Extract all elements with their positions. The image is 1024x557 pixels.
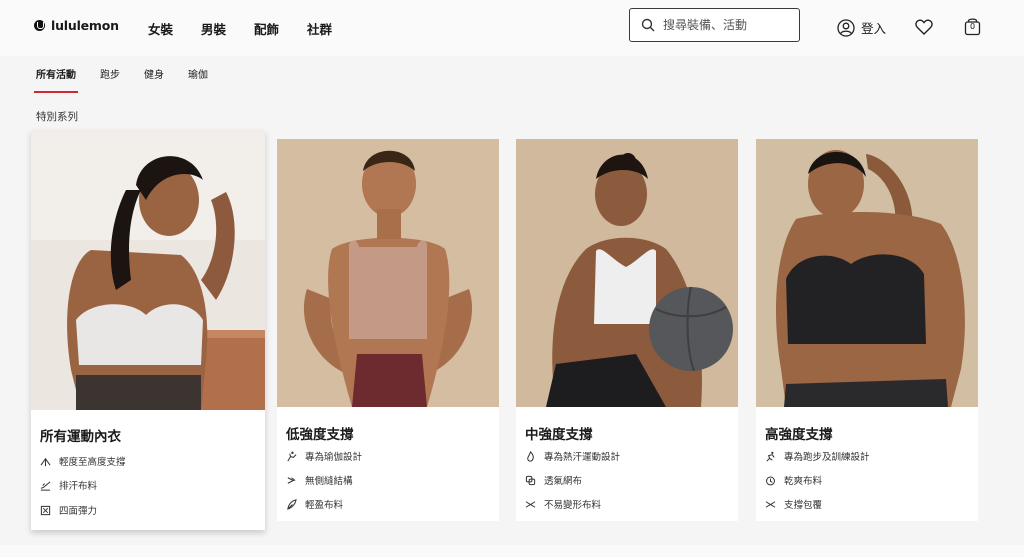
feature-item: 透氣網布 (525, 473, 582, 487)
feature-label: 無側縫結構 (305, 476, 353, 487)
card-title: 中強度支撐 (525, 427, 593, 443)
feature-item: 專為跑步及訓練設計 (765, 449, 870, 463)
card-title: 高強度支撐 (765, 427, 833, 443)
support-wrap-icon (765, 500, 776, 508)
collection-card-low-support[interactable]: 低強度支撐 專為瑜伽設計 無側縫結構 輕盈布料 (277, 139, 499, 521)
four-way-stretch-icon (40, 505, 51, 515)
shape-retention-icon (525, 500, 536, 508)
feature-label: 四面彈力 (59, 506, 98, 517)
feature-label: 不易變形布料 (544, 500, 602, 511)
breathable-mesh-icon (525, 475, 536, 485)
feature-item: 乾爽布料 (765, 473, 822, 487)
sweat-wicking-icon (40, 480, 51, 491)
nav-item-men[interactable]: 男裝 (201, 19, 226, 38)
feature-label: 透氣網布 (544, 476, 583, 487)
feature-label: 乾爽布料 (784, 476, 823, 487)
card-title: 低強度支撐 (286, 427, 354, 443)
search-icon (641, 18, 655, 32)
user-icon (837, 18, 855, 37)
support-level-icon (40, 457, 51, 466)
card-title: 所有運動內衣 (40, 429, 121, 445)
main-nav: 女裝 男裝 配飾 社群 (148, 19, 360, 38)
hot-sweat-icon (527, 450, 534, 462)
seamless-icon (287, 476, 296, 484)
shopping-bag-button[interactable]: 0 (964, 17, 981, 40)
feature-item: 不易變形布料 (525, 497, 601, 511)
collection-card-high-support[interactable]: 高強度支撐 專為跑步及訓練設計 乾爽布料 支撐包覆 (756, 139, 978, 521)
tab-training[interactable]: 健身 (144, 66, 164, 93)
lululemon-logo-icon (34, 20, 45, 31)
lightweight-icon (287, 498, 297, 510)
product-photo (756, 139, 978, 407)
heart-icon[interactable] (915, 19, 933, 35)
tab-yoga[interactable]: 瑜伽 (188, 66, 208, 93)
collection-card-all-bras[interactable]: 所有運動內衣 輕度至高度支撐 排汗布料 四面彈力 (31, 130, 265, 530)
feature-item: 四面彈力 (40, 503, 97, 517)
collection-card-medium-support[interactable]: 中強度支撐 專為熱汗運動設計 透氣網布 不易變形布料 (516, 139, 738, 521)
bag-count: 0 (969, 22, 976, 31)
site-header: lululemon 女裝 男裝 配飾 社群 登入 0 (0, 0, 1024, 56)
feature-item: 無側縫結構 (286, 473, 353, 487)
login-button[interactable]: 登入 (837, 18, 886, 37)
feature-label: 專為熱汗運動設計 (544, 452, 621, 463)
running-icon (766, 451, 775, 461)
tab-all-activities[interactable]: 所有活動 (34, 66, 78, 93)
page-footer-edge (0, 545, 1024, 557)
feature-label: 專為瑜伽設計 (305, 452, 363, 463)
tab-running[interactable]: 跑步 (100, 66, 120, 93)
search-input[interactable] (661, 17, 795, 33)
login-label: 登入 (861, 21, 887, 36)
feature-label: 輕度至高度支撐 (59, 457, 126, 468)
feature-label: 支撐包覆 (784, 500, 823, 511)
feature-item: 輕盈布料 (286, 497, 343, 511)
feature-label: 輕盈布料 (305, 500, 344, 511)
brand-name: lululemon (51, 18, 119, 33)
feature-label: 專為跑步及訓練設計 (784, 452, 870, 463)
activity-tabs: 所有活動 跑步 健身 瑜伽 (34, 66, 232, 93)
nav-item-community[interactable]: 社群 (307, 19, 332, 38)
product-photo (31, 130, 265, 410)
brand-logo[interactable]: lululemon (34, 18, 119, 33)
yoga-icon (287, 451, 297, 461)
feature-label: 排汗布料 (59, 481, 98, 492)
nav-item-women[interactable]: 女裝 (148, 19, 173, 38)
quick-dry-icon (766, 476, 775, 485)
product-photo (277, 139, 499, 407)
search-box[interactable] (629, 8, 800, 42)
product-photo (516, 139, 738, 407)
feature-item: 輕度至高度支撐 (40, 454, 126, 468)
feature-item: 支撐包覆 (765, 497, 822, 511)
section-title: 特別系列 (36, 111, 78, 123)
feature-item: 專為瑜伽設計 (286, 449, 362, 463)
nav-item-accessories[interactable]: 配飾 (254, 19, 279, 38)
feature-item: 排汗布料 (40, 478, 97, 492)
feature-item: 專為熱汗運動設計 (525, 449, 620, 463)
